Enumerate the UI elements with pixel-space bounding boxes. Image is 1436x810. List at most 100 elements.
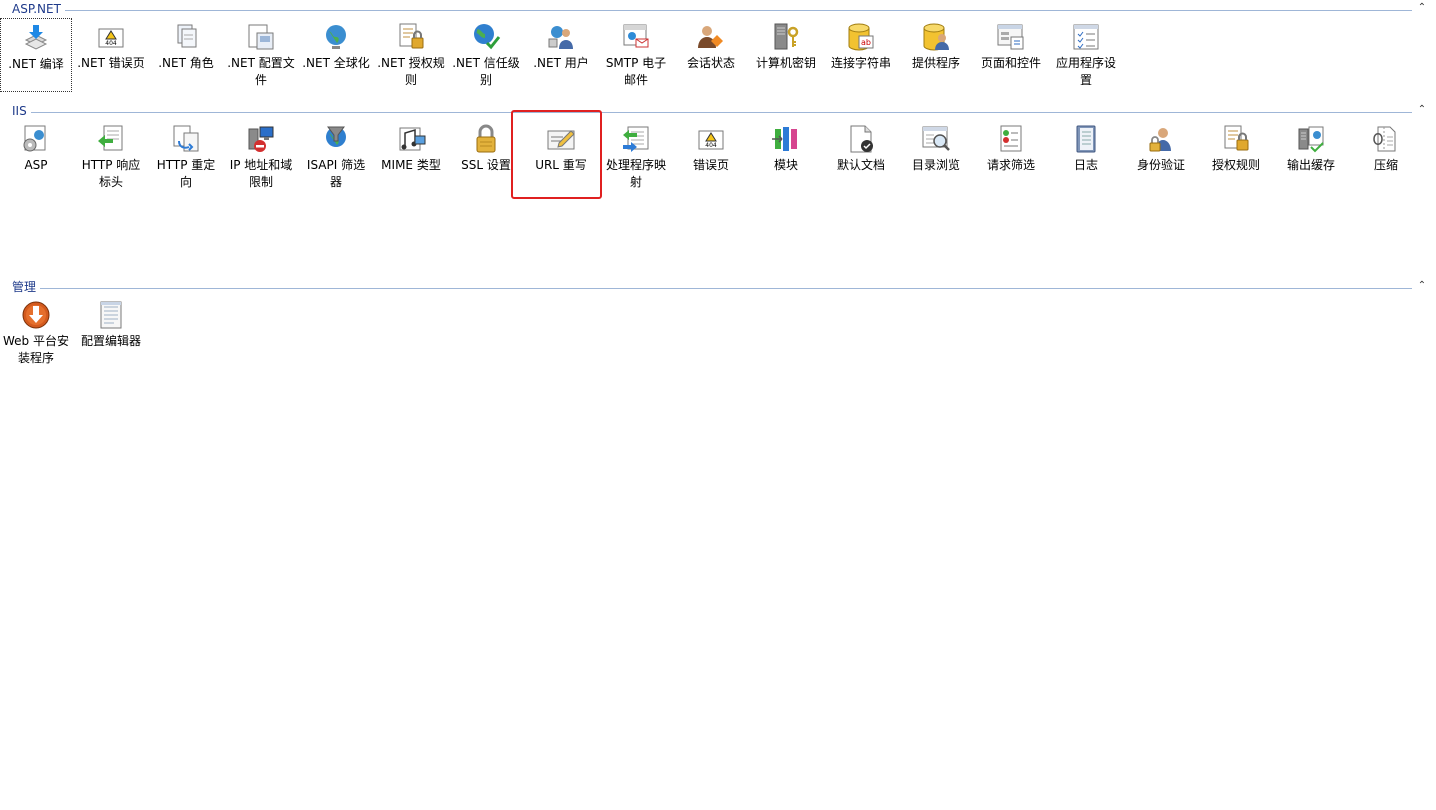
feature-label: ISAPI 筛选器 <box>306 158 366 189</box>
feature-label: 错误页 <box>692 158 729 172</box>
feature-label: .NET 信任级别 <box>452 56 520 87</box>
collapse-chevron-icon[interactable]: ⌃ <box>1416 280 1428 292</box>
feature-label: .NET 配置文件 <box>227 56 295 87</box>
feature-label: 计算机密钥 <box>755 56 816 70</box>
pages-controls-icon <box>995 21 1027 53</box>
machine-key-icon <box>770 21 802 53</box>
feature-label: 请求筛选 <box>986 158 1035 172</box>
svg-text:404: 404 <box>105 40 117 47</box>
section-title: ASP.NET <box>12 2 61 16</box>
feature-label: SSL 设置 <box>461 158 511 172</box>
feature-item-ssl-lock[interactable]: SSL 设置 <box>450 120 522 194</box>
section-title: 管理 <box>12 280 37 294</box>
feature-item-dotnet-compile[interactable]: .NET 编译 <box>0 18 72 92</box>
feature-item-error-404[interactable]: 404 .NET 错误页 <box>75 18 147 92</box>
users-icon <box>545 21 577 53</box>
feature-item-globe[interactable]: .NET 全球化 <box>300 18 372 92</box>
ip-restrict-icon <box>245 123 277 155</box>
feature-item-users[interactable]: .NET 用户 <box>525 18 597 92</box>
auth-rules-icon <box>395 21 427 53</box>
feature-label: .NET 授权规则 <box>377 56 445 87</box>
collapse-chevron-icon[interactable]: ⌃ <box>1416 2 1428 14</box>
feature-label: .NET 用户 <box>533 56 589 70</box>
section-header: IIS ⌃ <box>0 102 1436 120</box>
feature-item-logging[interactable]: 日志 <box>1050 120 1122 194</box>
feature-item-authentication[interactable]: 身份验证 <box>1125 120 1197 194</box>
feature-item-roles[interactable]: .NET 角色 <box>150 18 222 92</box>
trust-level-icon <box>470 21 502 53</box>
feature-label: 日志 <box>1073 158 1098 172</box>
feature-item-asp[interactable]: ASP <box>0 120 72 194</box>
app-settings-icon <box>1070 21 1102 53</box>
feature-label: HTTP 响应标头 <box>81 158 141 189</box>
mime-icon <box>395 123 427 155</box>
feature-item-dir-browse[interactable]: 目录浏览 <box>900 120 972 194</box>
feature-label: ASP <box>24 158 48 172</box>
feature-item-isapi[interactable]: ISAPI 筛选器 <box>300 120 372 194</box>
roles-icon <box>170 21 202 53</box>
feature-label: 身份验证 <box>1136 158 1185 172</box>
section-divider <box>40 288 1412 289</box>
feature-item-web-platform[interactable]: Web 平台安装程序 <box>0 296 72 370</box>
profile-icon <box>245 21 277 53</box>
feature-item-app-settings[interactable]: 应用程序设置 <box>1050 18 1122 92</box>
feature-item-mime[interactable]: MIME 类型 <box>375 120 447 194</box>
feature-item-auth-rules[interactable]: 授权规则 <box>1200 120 1272 194</box>
feature-item-connection-string[interactable]: ab 连接字符串 <box>825 18 897 92</box>
isapi-icon <box>320 123 352 155</box>
compression-icon <box>1370 123 1402 155</box>
providers-icon <box>920 21 952 53</box>
feature-item-url-rewrite[interactable]: URL 重写 <box>525 120 597 194</box>
section-title: IIS <box>12 104 27 118</box>
feature-item-profile[interactable]: .NET 配置文件 <box>225 18 297 92</box>
feature-label: .NET 角色 <box>158 56 214 70</box>
feature-label: 处理程序映射 <box>605 158 666 189</box>
dotnet-compile-icon <box>20 22 52 54</box>
feature-label: IP 地址和域限制 <box>229 158 293 189</box>
feature-item-trust-level[interactable]: .NET 信任级别 <box>450 18 522 92</box>
section-divider <box>31 112 1412 113</box>
feature-item-error-404[interactable]: 404 错误页 <box>675 120 747 194</box>
feature-item-ip-restrict[interactable]: IP 地址和域限制 <box>225 120 297 194</box>
feature-label: 页面和控件 <box>980 56 1041 70</box>
ssl-lock-icon <box>470 123 502 155</box>
feature-item-http-headers[interactable]: HTTP 响应标头 <box>75 120 147 194</box>
feature-item-compression[interactable]: 压缩 <box>1350 120 1422 194</box>
feature-label: 压缩 <box>1373 158 1398 172</box>
feature-label: 授权规则 <box>1211 158 1260 172</box>
feature-item-request-filter[interactable]: 请求筛选 <box>975 120 1047 194</box>
feature-label: 提供程序 <box>911 56 960 70</box>
feature-item-config-editor[interactable]: 配置编辑器 <box>75 296 147 370</box>
globe-icon <box>320 21 352 53</box>
feature-item-modules[interactable]: 模块 <box>750 120 822 194</box>
section-header: ASP.NET ⌃ <box>0 0 1436 18</box>
http-headers-icon <box>95 123 127 155</box>
svg-text:404: 404 <box>705 142 717 149</box>
feature-label: MIME 类型 <box>381 158 441 172</box>
feature-item-email[interactable]: SMTP 电子邮件 <box>600 18 672 92</box>
error-404-icon: 404 <box>695 123 727 155</box>
feature-label: .NET 编译 <box>8 57 64 71</box>
feature-item-redirect[interactable]: HTTP 重定向 <box>150 120 222 194</box>
asp-icon <box>20 123 52 155</box>
feature-label: 连接字符串 <box>830 56 891 70</box>
feature-label: HTTP 重定向 <box>156 158 216 189</box>
svg-text:ab: ab <box>861 38 871 47</box>
feature-item-session[interactable]: 会话状态 <box>675 18 747 92</box>
feature-item-auth-rules[interactable]: .NET 授权规则 <box>375 18 447 92</box>
handler-mapping-icon <box>620 123 652 155</box>
feature-label: 会话状态 <box>686 56 735 70</box>
feature-label: 模块 <box>773 158 798 172</box>
feature-label: SMTP 电子邮件 <box>605 56 667 87</box>
feature-item-providers[interactable]: 提供程序 <box>900 18 972 92</box>
feature-label: 输出缓存 <box>1286 158 1335 172</box>
feature-item-default-doc[interactable]: 默认文档 <box>825 120 897 194</box>
section-divider <box>65 10 1412 11</box>
dir-browse-icon <box>920 123 952 155</box>
feature-item-pages-controls[interactable]: 页面和控件 <box>975 18 1047 92</box>
feature-item-output-cache[interactable]: 输出缓存 <box>1275 120 1347 194</box>
feature-label: 应用程序设置 <box>1055 56 1116 87</box>
feature-item-handler-mapping[interactable]: 处理程序映射 <box>600 120 672 194</box>
collapse-chevron-icon[interactable]: ⌃ <box>1416 104 1428 116</box>
feature-item-machine-key[interactable]: 计算机密钥 <box>750 18 822 92</box>
